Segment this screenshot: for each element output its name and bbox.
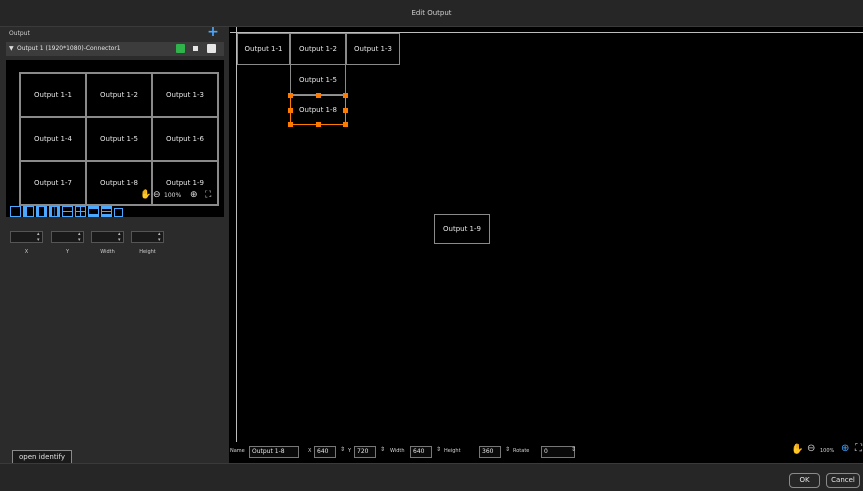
width-field[interactable]: 640 bbox=[410, 446, 432, 458]
output-panel: Output + ▼ Output 1 (1920*1080)-Connecto… bbox=[0, 25, 230, 465]
dialog-footer: OK Cancel bbox=[0, 463, 863, 491]
grid-cell[interactable]: Output 1-5 bbox=[86, 117, 152, 161]
canvas-output-box[interactable]: Output 1-1 bbox=[237, 33, 290, 65]
layout-2-col-icon[interactable] bbox=[23, 206, 34, 217]
height-field[interactable] bbox=[131, 231, 164, 243]
y-label: Y bbox=[65, 249, 70, 255]
y-label: Y bbox=[348, 448, 352, 454]
canvas-output-box[interactable]: Output 1-3 bbox=[346, 33, 400, 65]
output-list-item[interactable]: ▼ Output 1 (1920*1080)-Connector1 bbox=[6, 42, 224, 56]
x-spinner-icon[interactable]: ⇕ bbox=[340, 446, 345, 453]
rotate-field[interactable]: 0 bbox=[541, 446, 575, 458]
resize-handle[interactable] bbox=[288, 108, 293, 113]
canvas-zoom-level: 100% bbox=[820, 448, 835, 454]
property-bar: Name Output 1-8 X 640 ⇕ Y 720 ⇕ Width 64… bbox=[230, 443, 863, 461]
output-panel-header: Output + bbox=[0, 25, 229, 40]
canvas-output-box[interactable]: Output 1-5 bbox=[290, 65, 346, 95]
layout-1-icon[interactable] bbox=[10, 206, 21, 217]
width-spinner-icon[interactable]: ⇕ bbox=[436, 446, 441, 453]
expand-arrow-icon[interactable]: ▼ bbox=[9, 45, 14, 52]
zoom-level: 100% bbox=[164, 192, 182, 199]
canvas-vertical-ruler bbox=[236, 27, 237, 442]
hand-icon[interactable]: ✋ bbox=[140, 190, 151, 200]
grid-cell[interactable]: Output 1-7 bbox=[20, 161, 86, 205]
height-label: Height bbox=[139, 249, 156, 255]
output-grid: Output 1-1 Output 1-2 Output 1-3 Output … bbox=[19, 72, 219, 206]
width-label: Width bbox=[100, 249, 115, 255]
fit-screen-icon[interactable]: ⛶ bbox=[855, 443, 862, 454]
height-spinner-icon[interactable]: ⇕ bbox=[505, 446, 510, 453]
fit-screen-icon[interactable]: ⛶ bbox=[205, 190, 211, 200]
x-label: X bbox=[24, 249, 29, 255]
zoom-in-icon[interactable]: ⊕ bbox=[841, 443, 849, 454]
layout-3-row-icon[interactable] bbox=[88, 206, 99, 217]
resize-handle[interactable] bbox=[316, 93, 321, 98]
height-field[interactable]: 360 bbox=[479, 446, 501, 458]
layout-4-row-icon[interactable] bbox=[101, 206, 112, 217]
layout-custom-icon[interactable] bbox=[114, 208, 123, 217]
grid-cell[interactable]: Output 1-6 bbox=[152, 117, 218, 161]
add-output-icon[interactable]: + bbox=[206, 25, 220, 39]
layout-quad-icon[interactable] bbox=[75, 206, 86, 217]
geometry-fields: X Y Width Height bbox=[10, 231, 170, 261]
grid-cell[interactable]: Output 1-4 bbox=[20, 117, 86, 161]
resize-handle[interactable] bbox=[288, 93, 293, 98]
y-field[interactable]: 720 bbox=[354, 446, 376, 458]
name-field[interactable]: Output 1-8 bbox=[249, 446, 299, 458]
y-field[interactable] bbox=[51, 231, 84, 243]
ok-button[interactable]: OK bbox=[789, 473, 820, 488]
resize-handle[interactable] bbox=[343, 108, 348, 113]
cancel-button[interactable]: Cancel bbox=[826, 473, 860, 488]
screen-icon[interactable] bbox=[176, 44, 185, 53]
output-canvas[interactable]: Output 1-1 Output 1-2 Output 1-3 Output … bbox=[230, 27, 863, 442]
rotate-label: Rotate bbox=[513, 448, 530, 454]
zoom-out-icon[interactable]: ⊖ bbox=[153, 190, 161, 200]
width-label: Width bbox=[390, 448, 405, 454]
grid-cell[interactable]: Output 1-1 bbox=[20, 73, 86, 117]
resize-handle[interactable] bbox=[343, 93, 348, 98]
document-icon[interactable] bbox=[191, 44, 200, 53]
preview-zoom-controls: ✋ ⊖ 100% ⊕ ⛶ bbox=[140, 190, 230, 204]
zoom-in-icon[interactable]: ⊕ bbox=[190, 190, 198, 200]
hand-icon[interactable]: ✋ bbox=[791, 444, 803, 455]
x-label: X bbox=[308, 448, 312, 454]
resize-handle[interactable] bbox=[288, 122, 293, 127]
resize-handle[interactable] bbox=[316, 122, 321, 127]
layout-3-col-icon[interactable] bbox=[36, 206, 47, 217]
height-label: Height bbox=[444, 448, 461, 454]
x-field[interactable] bbox=[10, 231, 43, 243]
window-title: Edit Output bbox=[411, 9, 452, 17]
resize-handle[interactable] bbox=[343, 122, 348, 127]
y-spinner-icon[interactable]: ⇕ bbox=[380, 446, 385, 453]
x-field[interactable]: 640 bbox=[314, 446, 336, 458]
layout-toolbar bbox=[10, 206, 170, 220]
selected-output-box[interactable]: Output 1-8 bbox=[290, 95, 346, 125]
rotate-spinner-icon[interactable]: ⇕ bbox=[571, 446, 576, 453]
grid-cell[interactable]: Output 1-3 bbox=[152, 73, 218, 117]
canvas-output-box[interactable]: Output 1-9 bbox=[434, 214, 490, 244]
name-label: Name bbox=[230, 448, 245, 454]
title-bar: Edit Output bbox=[0, 0, 863, 27]
trash-icon[interactable] bbox=[207, 44, 216, 53]
output-panel-title: Output bbox=[9, 30, 30, 37]
grid-cell[interactable]: Output 1-2 bbox=[86, 73, 152, 117]
output-item-label: Output 1 (1920*1080)-Connector1 bbox=[17, 45, 121, 52]
zoom-out-icon[interactable]: ⊖ bbox=[807, 443, 815, 454]
layout-2-row-icon[interactable] bbox=[62, 206, 73, 217]
width-field[interactable] bbox=[91, 231, 124, 243]
canvas-output-box[interactable]: Output 1-2 bbox=[290, 33, 346, 65]
layout-4-col-icon[interactable] bbox=[49, 206, 60, 217]
